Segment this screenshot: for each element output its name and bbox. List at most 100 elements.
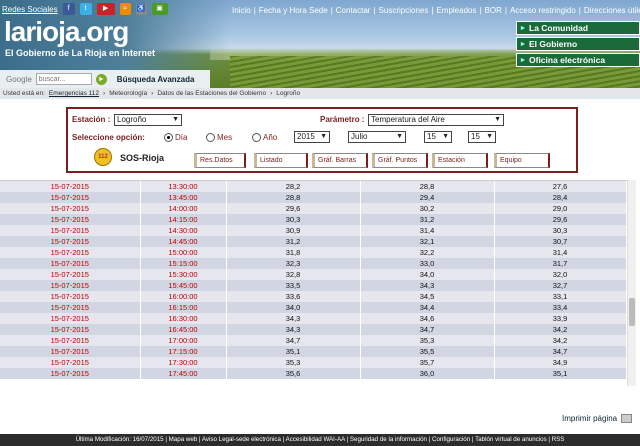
cell-max: 34,0 <box>360 269 495 280</box>
top-link-direcciones[interactable]: Direcciones útiles <box>584 6 640 15</box>
radio-year-dot <box>252 133 261 142</box>
cell-date: 15-07-2015 <box>0 181 141 192</box>
cell-max: 28,8 <box>360 181 495 192</box>
advanced-search-link[interactable]: Búsqueda Avanzada <box>117 75 195 84</box>
cell-date: 15-07-2015 <box>0 214 141 225</box>
facebook-icon[interactable]: f <box>62 3 75 15</box>
table-scrollbar[interactable] <box>627 180 636 386</box>
breadcrumb-separator: › <box>103 90 106 97</box>
day-to-select[interactable]: 15 ▼ <box>468 131 496 143</box>
search-go-icon[interactable]: ► <box>95 73 107 85</box>
cell-value: 34,3 <box>226 324 361 335</box>
table-row: 15-07-2015 16:30:00 34,3 34,6 33,9 <box>0 313 627 324</box>
breadcrumb-item-datos[interactable]: Datos de las Estaciones del Gobierno <box>157 90 266 97</box>
sos-rioja-label[interactable]: SOS-Rioja <box>120 153 164 163</box>
cell-time: 16:45:00 <box>140 324 227 335</box>
cell-value: 31,8 <box>226 247 361 258</box>
table-row: 15-07-2015 17:30:00 35,3 35,7 34,9 <box>0 357 627 368</box>
printer-icon <box>621 414 633 423</box>
year-select-value: 2015 <box>297 132 315 141</box>
tab-graf-puntos[interactable]: Gráf. Puntos <box>372 153 428 168</box>
print-label: Imprimir página <box>562 414 618 423</box>
cell-value: 34,0 <box>226 302 361 313</box>
year-select[interactable]: 2015 ▼ <box>294 131 330 143</box>
top-link-acceso[interactable]: Acceso restringido <box>510 6 576 15</box>
table-row: 15-07-2015 14:00:00 29,6 30,2 29,0 <box>0 203 627 214</box>
station-select[interactable]: Logroño ▼ <box>114 114 182 126</box>
top-link-inicio[interactable]: Inicio <box>232 6 251 15</box>
cell-min: 34,9 <box>494 357 627 368</box>
breadcrumb-item-meteorologia[interactable]: Meteorología <box>109 90 147 97</box>
site-tagline: El Gobierno de La Rioja en Internet <box>5 48 156 58</box>
sos-112-icon[interactable]: 112 <box>94 148 112 166</box>
cell-value: 35,1 <box>226 346 361 357</box>
tab-estacion[interactable]: Estación <box>432 153 488 168</box>
month-select[interactable]: Julio ▼ <box>348 131 406 143</box>
day-from-select[interactable]: 15 ▼ <box>424 131 452 143</box>
breadcrumb-item-emergencias[interactable]: Emergencias 112 <box>49 90 99 97</box>
accessibility-icon[interactable]: ♿ <box>135 3 147 15</box>
cell-max: 32,1 <box>360 236 495 247</box>
cell-date: 15-07-2015 <box>0 258 141 269</box>
cell-max: 36,0 <box>360 368 495 379</box>
chevron-down-icon: ▼ <box>494 116 501 123</box>
footer: Última Modificación: 16/07/2015 | Mapa w… <box>0 434 640 446</box>
top-link-contactar[interactable]: Contactar <box>336 6 371 15</box>
breadcrumb-separator: › <box>151 90 154 97</box>
cell-min: 27,6 <box>494 181 627 192</box>
menu-item-comunidad[interactable]: ► La Comunidad <box>516 21 640 35</box>
rss-icon[interactable]: ≈ <box>119 3 131 15</box>
logo-text: larioja <box>4 16 80 47</box>
temperature-table: 15-07-2015 13:30:00 28,2 28,8 27,6 15-07-2015… <box>0 181 627 379</box>
cell-time: 14:15:00 <box>140 214 227 225</box>
site-logo[interactable]: larioja.org <box>4 16 129 48</box>
table-row: 15-07-2015 17:45:00 35,6 36,0 35,1 <box>0 368 627 379</box>
top-link-suscripciones[interactable]: Suscripciones <box>379 6 429 15</box>
cell-date: 15-07-2015 <box>0 324 141 335</box>
social-networks-link[interactable]: Redes Sociales <box>2 5 58 14</box>
youtube-icon[interactable]: ▶ <box>96 3 115 15</box>
day-from-value: 15 <box>427 132 436 141</box>
radio-month[interactable]: Mes <box>206 133 232 142</box>
cell-time: 15:15:00 <box>140 258 227 269</box>
cell-time: 15:30:00 <box>140 269 227 280</box>
cell-min: 33,9 <box>494 313 627 324</box>
scrollbar-thumb[interactable] <box>629 298 635 326</box>
cell-value: 28,8 <box>226 192 361 203</box>
tab-res-datos[interactable]: Res.Datos <box>194 153 246 168</box>
cell-time: 17:45:00 <box>140 368 227 379</box>
radio-year[interactable]: Año <box>252 133 277 142</box>
cell-min: 32,7 <box>494 280 627 291</box>
twitter-icon[interactable]: t <box>79 3 92 15</box>
radio-month-dot <box>206 133 215 142</box>
parameter-select[interactable]: Temperatura del Aire ▼ <box>368 114 504 126</box>
table-row: 15-07-2015 16:45:00 34,3 34,7 34,2 <box>0 324 627 335</box>
app-icon[interactable]: ▣ <box>151 3 168 15</box>
tab-equipo[interactable]: Equipo <box>494 153 550 168</box>
search-input[interactable] <box>35 73 92 85</box>
menu-item-gobierno[interactable]: ► El Gobierno <box>516 37 640 51</box>
arrow-right-icon: ► <box>519 24 527 32</box>
menu-item-oficina[interactable]: ► Oficina electrónica <box>516 53 640 67</box>
cell-date: 15-07-2015 <box>0 247 141 258</box>
cell-value: 34,7 <box>226 335 361 346</box>
cell-time: 14:30:00 <box>140 225 227 236</box>
breadcrumb: Usted está en: Emergencias 112 › Meteoro… <box>0 88 640 99</box>
cell-date: 15-07-2015 <box>0 302 141 313</box>
tab-listado[interactable]: Listado <box>254 153 308 168</box>
cell-date: 15-07-2015 <box>0 335 141 346</box>
top-link-empleados[interactable]: Empleados <box>436 6 476 15</box>
data-table-container[interactable]: 15-07-2015 13:30:00 28,2 28,8 27,6 15-07-2015… <box>0 180 636 386</box>
radio-day[interactable]: Día <box>164 133 187 142</box>
top-link-bor[interactable]: BOR <box>485 6 502 15</box>
cell-value: 35,3 <box>226 357 361 368</box>
cell-max: 34,6 <box>360 313 495 324</box>
print-page-link[interactable]: Imprimir página <box>562 414 633 423</box>
cell-max: 33,0 <box>360 258 495 269</box>
cell-max: 30,2 <box>360 203 495 214</box>
top-link-fecha-hora[interactable]: Fecha y Hora Sede <box>259 6 328 15</box>
cell-min: 32,0 <box>494 269 627 280</box>
tab-graf-barras[interactable]: Gráf. Barras <box>312 153 368 168</box>
cell-date: 15-07-2015 <box>0 192 141 203</box>
chevron-down-icon: ▼ <box>172 116 179 123</box>
